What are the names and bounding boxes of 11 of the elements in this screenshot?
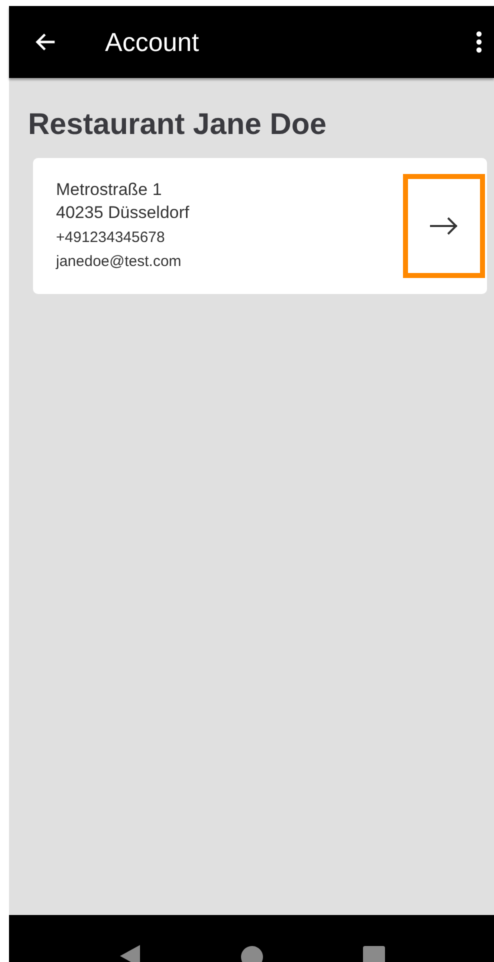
recents-nav-icon[interactable]	[362, 946, 384, 962]
back-nav-icon[interactable]	[118, 944, 140, 962]
more-vertical-icon	[476, 30, 482, 54]
home-nav-icon[interactable]	[240, 946, 262, 962]
city-address: 40235 Düsseldorf	[56, 202, 190, 224]
street-address: Metrostraße 1	[56, 178, 163, 200]
restaurant-name: Restaurant Jane Doe	[28, 108, 328, 142]
phone-number: +491234345678	[56, 228, 166, 248]
right-arrow-icon	[429, 216, 459, 236]
app-bar-title: Account	[105, 26, 200, 58]
email-address: janedoe@test.com	[56, 252, 182, 272]
